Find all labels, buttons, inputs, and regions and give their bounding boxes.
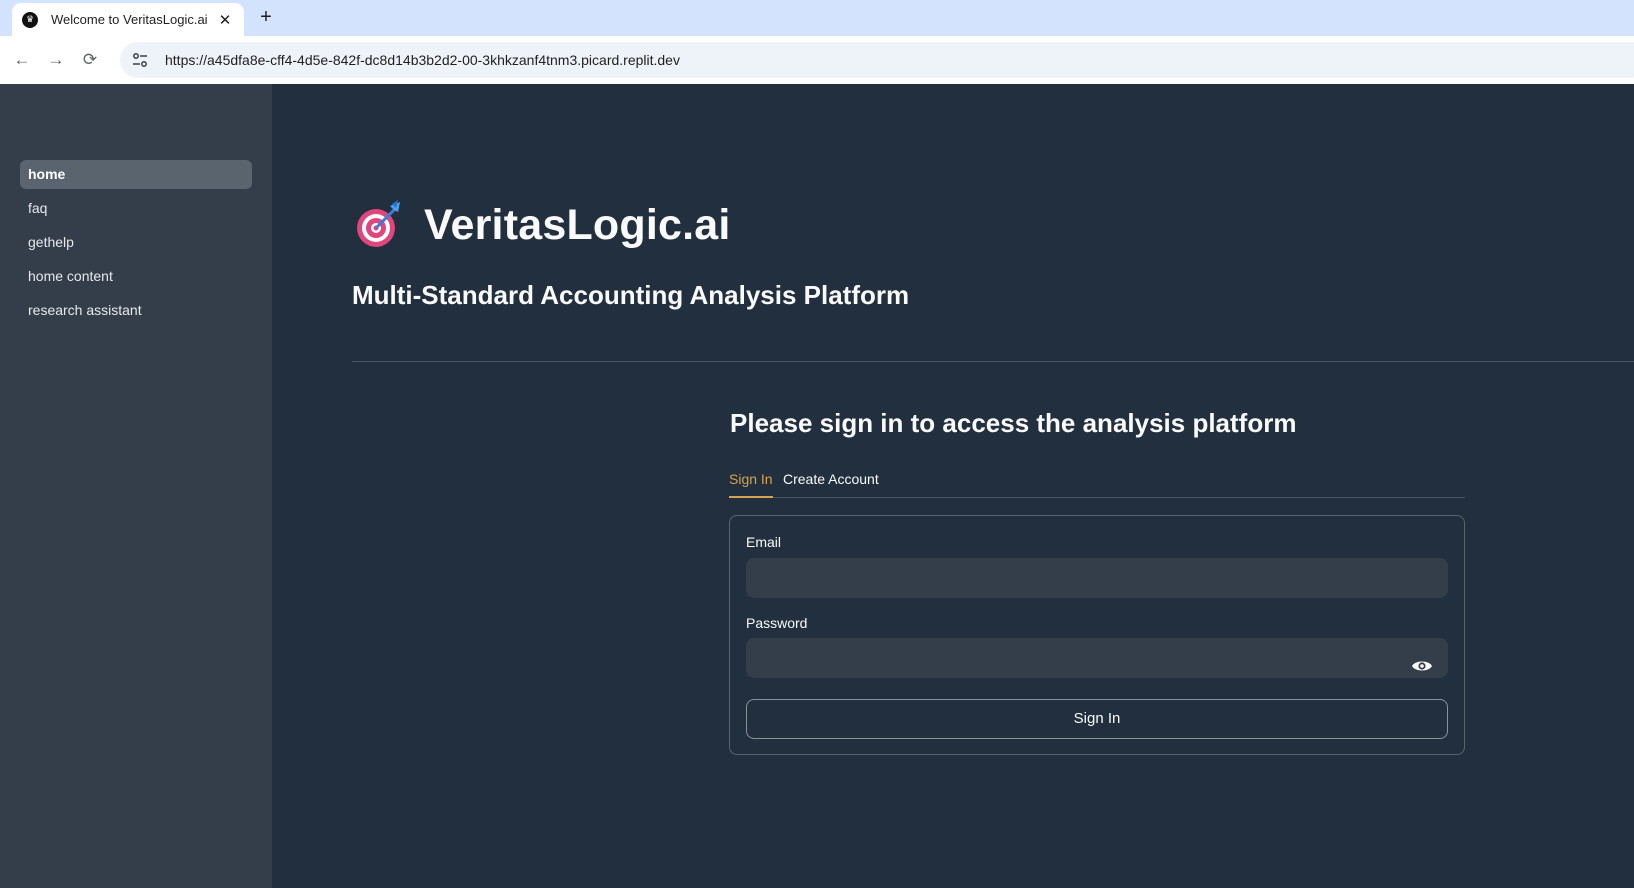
email-label: Email: [746, 534, 782, 550]
browser-tab[interactable]: ♛ Welcome to VeritasLogic.ai ✕: [12, 3, 244, 36]
password-label: Password: [746, 615, 808, 631]
address-bar[interactable]: https://a45dfa8e-cff4-4d5e-842f-dc8d14b3…: [120, 42, 1634, 78]
tab-create-account[interactable]: Create Account: [783, 466, 879, 492]
reload-icon[interactable]: ⟳: [78, 48, 102, 72]
sign-in-button[interactable]: Sign In: [746, 699, 1448, 739]
page-subtitle: Multi-Standard Accounting Analysis Platf…: [352, 280, 910, 310]
divider: [352, 361, 1634, 362]
signin-heading: Please sign in to access the analysis pl…: [730, 408, 1297, 438]
browser-tabstrip: ♛ Welcome to VeritasLogic.ai ✕ +: [0, 0, 1634, 36]
browser-toolbar: ← → ⟳ https://a45dfa8e-cff4-4d5e-842f-dc…: [0, 36, 1634, 84]
tab-title: Welcome to VeritasLogic.ai: [51, 12, 208, 27]
forward-icon[interactable]: →: [44, 48, 68, 72]
target-dart-icon: [354, 200, 404, 250]
url-text: https://a45dfa8e-cff4-4d5e-842f-dc8d14b3…: [165, 52, 680, 68]
brand-title: VeritasLogic.ai: [424, 200, 731, 249]
brand-header: VeritasLogic.ai: [354, 200, 731, 250]
auth-tabs: Sign In Create Account: [729, 466, 1465, 498]
show-password-icon[interactable]: [1410, 654, 1434, 678]
favicon-icon: ♛: [22, 11, 38, 28]
tab-sign-in[interactable]: Sign In: [729, 466, 773, 498]
sidebar-item-research-assistant[interactable]: research assistant: [20, 296, 252, 325]
new-tab-button[interactable]: +: [254, 5, 278, 29]
sidebar-item-faq[interactable]: faq: [20, 194, 252, 223]
signin-form: Email Password Sign In: [729, 515, 1465, 755]
email-field[interactable]: [746, 558, 1448, 598]
sidebar-item-home-content[interactable]: home content: [20, 262, 252, 291]
sidebar-item-home[interactable]: home: [20, 160, 252, 189]
site-settings-icon[interactable]: [132, 52, 148, 68]
main-content: VeritasLogic.ai Multi-Standard Accountin…: [272, 84, 1634, 888]
back-icon[interactable]: ←: [10, 48, 34, 72]
sidebar: home faq gethelp home content research a…: [0, 84, 272, 888]
close-tab-icon[interactable]: ✕: [216, 11, 234, 29]
sidebar-item-gethelp[interactable]: gethelp: [20, 228, 252, 257]
password-field[interactable]: [746, 638, 1448, 678]
